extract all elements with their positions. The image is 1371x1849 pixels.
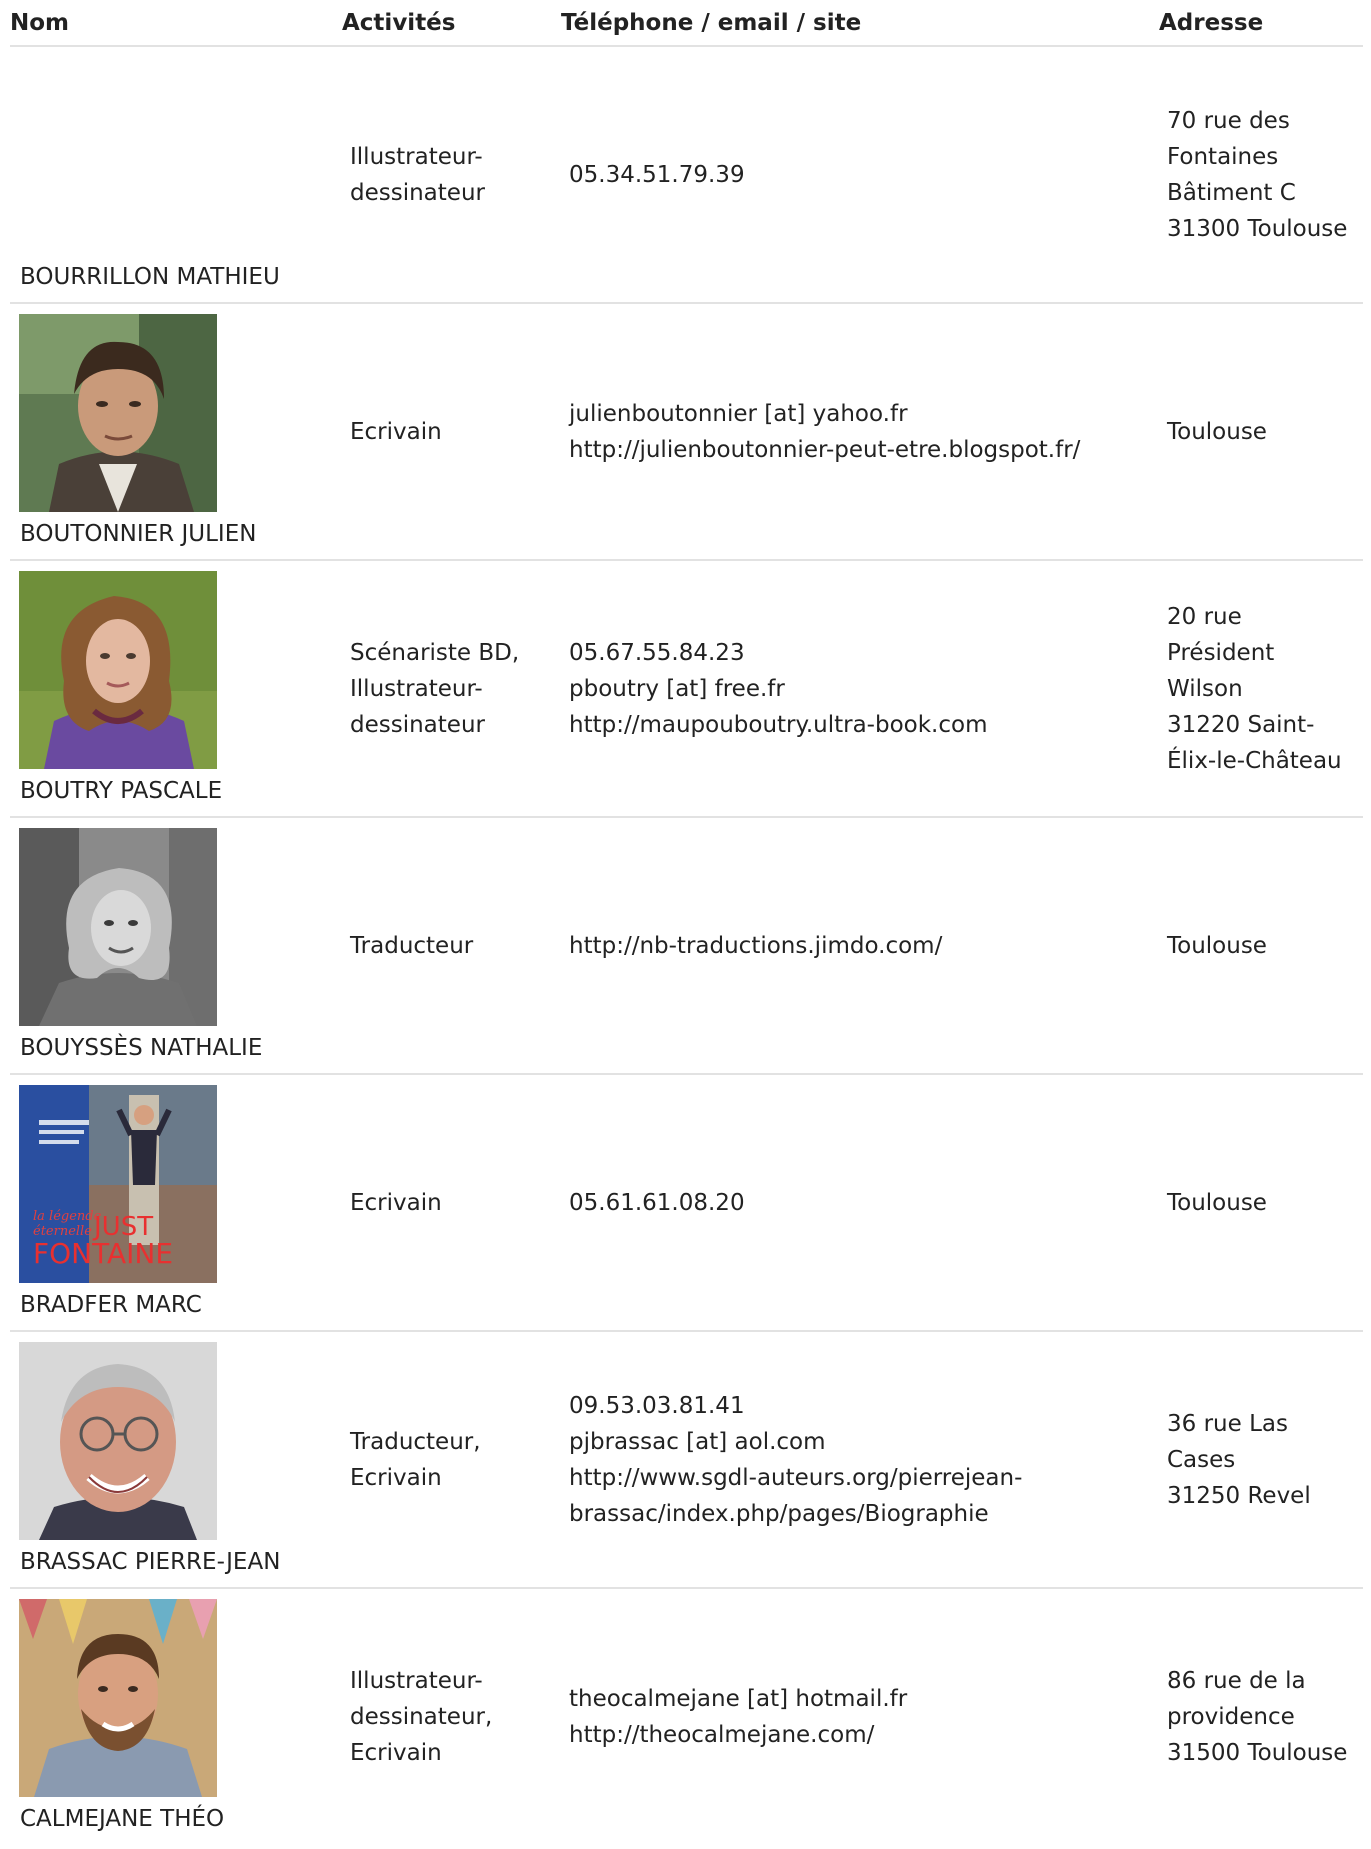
header-adresse: Adresse xyxy=(1159,10,1264,36)
website-link[interactable]: brassac/index.php/pages/Biographie xyxy=(569,1496,1022,1532)
address-line: Élix-le-Château xyxy=(1167,747,1342,774)
header-activites: Activités xyxy=(342,10,456,36)
author-name: BOURRILLON MATHIEU xyxy=(20,264,280,290)
address-cell: 70 rue des Fontaines Bâtiment C 31300 To… xyxy=(1167,47,1367,302)
phone-text: 05.34.51.79.39 xyxy=(569,161,745,188)
authors-table: Nom Activités Téléphone / email / site A… xyxy=(10,0,1363,1844)
author-name: CALMEJANE THÉO xyxy=(20,1806,225,1832)
table-row: CALMEJANE THÉO Illustrateur- dessinateur… xyxy=(10,1589,1363,1844)
author-photo[interactable] xyxy=(19,571,217,769)
contact-cell: 05.34.51.79.39 xyxy=(569,47,1154,302)
author-photo[interactable] xyxy=(19,1342,217,1540)
email-text: pjbrassac [at] aol.com xyxy=(569,1428,826,1455)
activity-line: Scénariste BD, xyxy=(350,639,520,666)
address-line: Fontaines xyxy=(1167,143,1279,170)
table-header: Nom Activités Téléphone / email / site A… xyxy=(10,0,1363,47)
table-row: BOUYSSÈS NATHALIE Traducteur http://nb-t… xyxy=(10,818,1363,1075)
address-cell: Toulouse xyxy=(1167,304,1367,559)
address-line: Wilson xyxy=(1167,675,1243,702)
table-row: la légende éternelle JUST FONTAINE BRADF… xyxy=(10,1075,1363,1332)
website-link[interactable]: http://julienboutonnier-peut-etre.blogsp… xyxy=(569,432,1080,468)
address-line: providence xyxy=(1167,1703,1295,1730)
author-photo[interactable] xyxy=(19,828,217,1026)
address-line: 36 rue Las xyxy=(1167,1410,1288,1437)
phone-text: 05.67.55.84.23 xyxy=(569,639,745,666)
website-link[interactable]: http://maupouboutry.ultra-book.com xyxy=(569,707,987,743)
header-contact: Téléphone / email / site xyxy=(561,10,862,36)
address-line: 70 rue des xyxy=(1167,107,1290,134)
book-cover-image[interactable]: la légende éternelle JUST FONTAINE xyxy=(19,1085,217,1283)
address-line: Toulouse xyxy=(1167,932,1267,959)
author-photo[interactable] xyxy=(19,1599,217,1797)
phone-text: 05.61.61.08.20 xyxy=(569,1189,745,1216)
phone-text: 09.53.03.81.41 xyxy=(569,1392,745,1419)
cover-text: FONTAINE xyxy=(33,1237,173,1270)
address-cell: 20 rue Président Wilson 31220 Saint- Éli… xyxy=(1167,561,1367,816)
author-name: BOUTONNIER JULIEN xyxy=(20,521,257,547)
contact-cell: 05.67.55.84.23 pboutry [at] free.fr http… xyxy=(569,561,1154,816)
author-name: BOUTRY PASCALE xyxy=(20,778,223,804)
table-row: BOURRILLON MATHIEU Illustrateur- dessina… xyxy=(10,47,1363,304)
activities-cell: Traducteur xyxy=(350,818,560,1073)
table-row: BOUTRY PASCALE Scénariste BD, Illustrate… xyxy=(10,561,1363,818)
address-line: 86 rue de la xyxy=(1167,1667,1306,1694)
activities-cell: Ecrivain xyxy=(350,304,560,559)
email-text: pboutry [at] free.fr xyxy=(569,675,785,702)
activity-line: Ecrivain xyxy=(350,1189,442,1216)
website-link[interactable]: http://www.sgdl-auteurs.org/pierrejean- xyxy=(569,1460,1022,1496)
activity-line: dessinateur xyxy=(350,179,485,206)
website-link[interactable]: http://nb-traductions.jimdo.com/ xyxy=(569,928,942,964)
author-name: BOUYSSÈS NATHALIE xyxy=(20,1035,263,1061)
activities-cell: Ecrivain xyxy=(350,1075,560,1330)
address-line: Toulouse xyxy=(1167,1189,1267,1216)
activities-cell: Illustrateur- dessinateur xyxy=(350,47,560,302)
address-line: Bâtiment C xyxy=(1167,179,1296,206)
activity-line: Illustrateur- xyxy=(350,675,483,702)
address-line: 31500 Toulouse xyxy=(1167,1739,1348,1766)
website-link[interactable]: http://theocalmejane.com/ xyxy=(569,1717,907,1753)
contact-cell: julienboutonnier [at] yahoo.fr http://ju… xyxy=(569,304,1154,559)
contact-cell: 09.53.03.81.41 pjbrassac [at] aol.com ht… xyxy=(569,1332,1154,1587)
address-cell: Toulouse xyxy=(1167,818,1367,1073)
address-line: 31300 Toulouse xyxy=(1167,215,1348,242)
header-nom: Nom xyxy=(10,10,70,36)
address-cell: Toulouse xyxy=(1167,1075,1367,1330)
activity-line: Traducteur, xyxy=(350,1428,481,1455)
contact-cell: 05.61.61.08.20 xyxy=(569,1075,1154,1330)
address-line: Cases xyxy=(1167,1446,1236,1473)
activity-line: Ecrivain xyxy=(350,418,442,445)
activities-cell: Traducteur, Ecrivain xyxy=(350,1332,560,1587)
address-line: 31250 Revel xyxy=(1167,1482,1311,1509)
address-cell: 86 rue de la providence 31500 Toulouse xyxy=(1167,1589,1367,1844)
address-line: 31220 Saint- xyxy=(1167,711,1315,738)
contact-cell: theocalmejane [at] hotmail.fr http://the… xyxy=(569,1589,1154,1844)
address-line: Toulouse xyxy=(1167,418,1267,445)
author-name: BRASSAC PIERRE-JEAN xyxy=(20,1549,281,1575)
activities-cell: Illustrateur- dessinateur, Ecrivain xyxy=(350,1589,560,1844)
activity-line: Traducteur xyxy=(350,932,474,959)
email-text: theocalmejane [at] hotmail.fr xyxy=(569,1685,908,1712)
activity-line: dessinateur xyxy=(350,711,485,738)
activity-line: Ecrivain xyxy=(350,1464,442,1491)
activities-cell: Scénariste BD, Illustrateur- dessinateur xyxy=(350,561,560,816)
table-row: BRASSAC PIERRE-JEAN Traducteur, Ecrivain… xyxy=(10,1332,1363,1589)
address-line: 20 rue xyxy=(1167,603,1242,630)
activity-line: dessinateur, xyxy=(350,1703,493,1730)
email-text: julienboutonnier [at] yahoo.fr xyxy=(569,400,908,427)
address-cell: 36 rue Las Cases 31250 Revel xyxy=(1167,1332,1367,1587)
activity-line: Illustrateur- xyxy=(350,1667,483,1694)
address-line: Président xyxy=(1167,639,1275,666)
activity-line: Ecrivain xyxy=(350,1739,442,1766)
author-name: BRADFER MARC xyxy=(20,1292,202,1318)
cover-text: la légende xyxy=(33,1209,102,1224)
contact-cell: http://nb-traductions.jimdo.com/ xyxy=(569,818,1154,1073)
author-photo[interactable] xyxy=(19,314,217,512)
activity-line: Illustrateur- xyxy=(350,143,483,170)
table-row: BOUTONNIER JULIEN Ecrivain julienboutonn… xyxy=(10,304,1363,561)
